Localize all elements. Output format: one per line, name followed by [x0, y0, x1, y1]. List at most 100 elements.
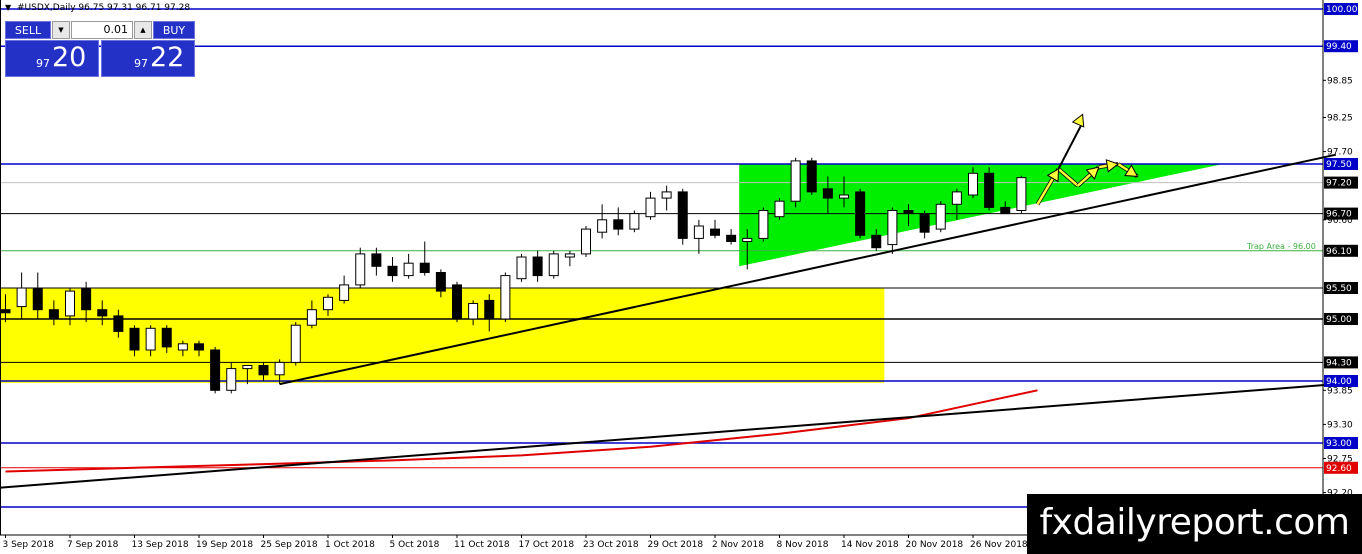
candle — [500, 272, 511, 323]
candle-body-bear — [806, 160, 817, 193]
candle — [339, 275, 350, 304]
time-label: 8 Nov 2018 — [777, 540, 829, 550]
candle-body-bear — [258, 365, 269, 376]
candle — [919, 210, 930, 239]
sell-button[interactable]: SELL — [5, 21, 51, 39]
sell-price-pips: 20 — [52, 42, 87, 73]
candle-body-bear — [129, 327, 140, 351]
candle-body-bull — [935, 203, 946, 230]
candle — [532, 250, 543, 282]
candle-body-bear — [871, 234, 882, 249]
candle-body-bull — [839, 194, 849, 199]
price-label: 97.70 — [1327, 148, 1353, 158]
time-label: 23 Oct 2018 — [583, 540, 639, 550]
candle — [935, 201, 946, 233]
candle — [887, 207, 898, 254]
candle-body-bull — [645, 197, 656, 218]
lot-size-input[interactable]: 0.01 — [71, 21, 133, 39]
candle-body-bull — [887, 210, 898, 246]
time-label: 20 Nov 2018 — [906, 540, 964, 550]
time-label: 19 Sep 2018 — [196, 540, 253, 550]
symbol-dropdown-icon[interactable]: ▼ — [5, 3, 11, 12]
candle — [403, 253, 414, 279]
candle-body-bull — [951, 191, 962, 205]
candle — [645, 191, 656, 220]
price-label: 98.25 — [1327, 114, 1353, 124]
candle-body-bull — [145, 327, 156, 351]
candle — [726, 229, 737, 245]
candle-body-bear — [48, 309, 59, 320]
candle — [548, 250, 559, 279]
one-click-trading-panel: SELL ▼ 0.01 ▲ BUY 97 20 97 22 — [5, 21, 195, 77]
candle — [855, 188, 866, 239]
candle — [564, 250, 575, 267]
candle-body-bull — [226, 368, 237, 391]
time-label: 26 Nov 2018 — [970, 540, 1028, 550]
time-label: 17 Oct 2018 — [519, 540, 575, 550]
candle — [710, 219, 720, 239]
candle-body-bear — [32, 287, 43, 311]
candle-body-bull — [629, 213, 640, 230]
candle — [419, 241, 430, 276]
buy-button[interactable]: BUY — [153, 21, 195, 39]
sell-price-display[interactable]: 97 20 — [5, 40, 99, 77]
level-badge-label: 100.00 — [1326, 5, 1358, 15]
candle-body-bull — [693, 225, 704, 239]
trap-area-label: Trap Area - 96.00 — [1246, 242, 1316, 251]
level-badge-label: 93.00 — [1326, 439, 1352, 449]
candle-body-bull — [242, 365, 253, 370]
candle — [806, 157, 817, 195]
candle-body-bear — [532, 256, 543, 277]
time-label: 1 Oct 2018 — [325, 540, 375, 550]
candle-body-bull — [516, 256, 527, 280]
candle-body-bull — [403, 262, 414, 277]
level-badge-label: 94.00 — [1326, 377, 1352, 387]
lot-decrease-icon[interactable]: ▼ — [52, 21, 70, 39]
candle — [1016, 175, 1027, 213]
candle-body-bull — [564, 253, 575, 258]
time-label: 13 Sep 2018 — [132, 540, 189, 550]
candle-body-bear — [984, 172, 995, 208]
candle-body-bull — [661, 191, 672, 199]
buy-price-prefix: 97 — [134, 57, 148, 70]
time-label: 14 Nov 2018 — [841, 540, 899, 550]
candle-body-bear — [210, 349, 221, 391]
candle-body-bull — [790, 160, 801, 202]
candle — [984, 167, 995, 211]
breakout-arrowhead — [1071, 113, 1085, 128]
time-label: 2 Nov 2018 — [712, 540, 764, 550]
candle-body-bull — [306, 309, 317, 326]
candle-body-bear — [726, 234, 737, 243]
candle — [371, 247, 382, 276]
candle-body-bull — [16, 287, 27, 308]
candle-body-bull — [177, 343, 188, 351]
candle-body-bull — [742, 237, 753, 242]
candle — [790, 157, 801, 208]
level-badge-label: 97.50 — [1326, 160, 1352, 170]
candle-body-bull — [468, 303, 479, 320]
candle-body-bear — [919, 213, 930, 233]
candle-body-bear — [484, 299, 495, 320]
level-badge-label: 96.10 — [1326, 247, 1352, 257]
buy-price-display[interactable]: 97 22 — [101, 40, 195, 77]
price-label: 98.85 — [1327, 76, 1353, 86]
time-label: 11 Oct 2018 — [454, 540, 510, 550]
candle-body-bull — [355, 253, 366, 286]
candle-body-bear — [903, 210, 914, 215]
candle — [581, 226, 591, 257]
candle-body-bear — [677, 191, 688, 239]
candle-body-bear — [710, 228, 720, 236]
level-badge-label: 99.40 — [1326, 42, 1352, 52]
candle — [693, 219, 704, 254]
chart-window: Trap Area - 96.00 98.85 98.25 97.70 96.60 93… — [0, 0, 1362, 554]
candle-body-bear — [97, 309, 108, 317]
time-label: 5 Oct 2018 — [390, 540, 440, 550]
level-badge-label: 97.20 — [1326, 179, 1352, 189]
candle — [516, 253, 527, 282]
candle — [774, 198, 785, 220]
lot-increase-icon[interactable]: ▲ — [134, 21, 152, 39]
candle-body-bear — [1000, 206, 1011, 215]
level-badge-label: 96.70 — [1326, 210, 1352, 220]
candle — [661, 185, 672, 211]
candle-body-bear — [419, 262, 430, 274]
